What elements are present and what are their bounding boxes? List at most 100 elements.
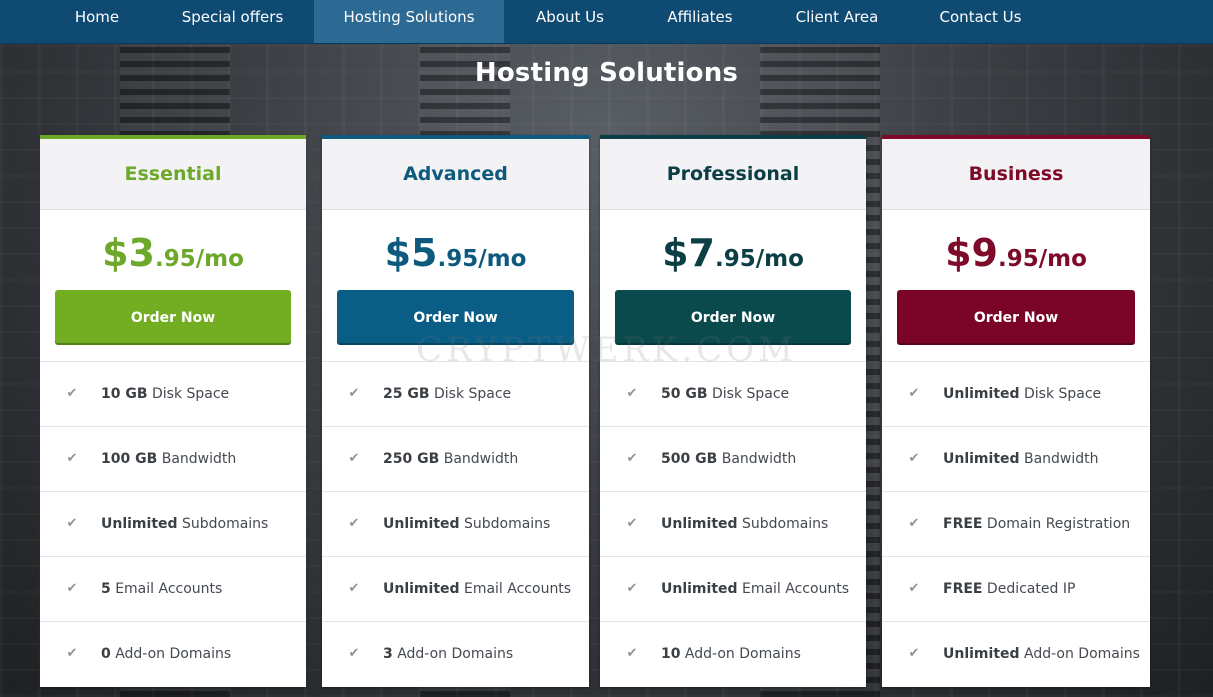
check-icon: ✔ (626, 386, 638, 401)
feature-list: ✔ 25 GB Disk Space ✔ 250 GB Bandwidth ✔ Unlim… (322, 361, 589, 686)
feature-label: Add-on Domains (1019, 646, 1140, 662)
feature-value: Unlimited (943, 451, 1020, 467)
feature-label: Disk Space (429, 386, 512, 402)
feature-value: 10 GB (101, 386, 148, 402)
feature-label: Subdomains (737, 516, 829, 532)
feature-text: 50 GB Disk Space (661, 362, 789, 426)
nav-item-special-offers[interactable]: Special offers (170, 0, 295, 43)
check-icon: ✔ (626, 516, 638, 531)
price-whole: $7 (662, 231, 715, 275)
feature-label: Add-on Domains (110, 646, 232, 662)
price-cents-period: .95/mo (714, 246, 804, 272)
nav-item-contact-us[interactable]: Contact Us (928, 0, 1033, 43)
feature-value: 10 (661, 646, 681, 662)
price-whole: $3 (102, 231, 155, 275)
check-icon: ✔ (348, 451, 360, 466)
feature-text: 250 GB Bandwidth (383, 427, 518, 491)
feature-text: Unlimited Subdomains (101, 492, 268, 556)
price-whole: $9 (945, 231, 998, 275)
order-now-button-professional[interactable]: Order Now (615, 290, 851, 345)
feature-row: ✔ Unlimited Email Accounts (322, 556, 589, 621)
feature-row: ✔ FREE Dedicated IP (882, 556, 1150, 621)
feature-row: ✔ Unlimited Email Accounts (600, 556, 866, 621)
nav-item-about-us[interactable]: About Us (524, 0, 616, 43)
feature-value: 5 (101, 581, 111, 597)
feature-value: 0 (101, 646, 111, 662)
check-icon: ✔ (348, 581, 360, 596)
feature-row: ✔ Unlimited Bandwidth (882, 426, 1150, 491)
feature-text: Unlimited Bandwidth (943, 427, 1099, 491)
check-icon: ✔ (626, 451, 638, 466)
feature-value: FREE (943, 581, 983, 597)
check-icon: ✔ (66, 581, 78, 596)
nav-item-affiliates[interactable]: Affiliates (654, 0, 746, 43)
feature-value: 25 GB (383, 386, 430, 402)
feature-value: 3 (383, 646, 393, 662)
feature-row: ✔ 250 GB Bandwidth (322, 426, 589, 491)
check-icon: ✔ (626, 646, 638, 661)
feature-text: 5 Email Accounts (101, 557, 222, 621)
plan-card-advanced: Advanced $5.95/mo Order Now ✔ 25 GB Disk Spa… (322, 135, 589, 687)
feature-value: Unlimited (661, 581, 738, 597)
feature-list: ✔ 50 GB Disk Space ✔ 500 GB Bandwidth ✔ Unlim… (600, 361, 866, 686)
feature-label: Subdomains (177, 516, 269, 532)
feature-row: ✔ Unlimited Subdomains (322, 491, 589, 556)
feature-text: Unlimited Email Accounts (661, 557, 849, 621)
feature-text: FREE Domain Registration (943, 492, 1130, 556)
price-cents-period: .95/mo (997, 246, 1087, 272)
feature-row: ✔ 3 Add-on Domains (322, 621, 589, 686)
top-navigation: Home Special offers Hosting Solutions Ab… (0, 0, 1213, 44)
feature-list: ✔ 10 GB Disk Space ✔ 100 GB Bandwidth ✔ Unlim… (40, 361, 306, 686)
order-now-button-business[interactable]: Order Now (897, 290, 1135, 345)
feature-label: Add-on Domains (392, 646, 514, 662)
feature-text: 10 GB Disk Space (101, 362, 229, 426)
nav-item-hosting-solutions[interactable]: Hosting Solutions (314, 0, 504, 43)
feature-text: 0 Add-on Domains (101, 622, 231, 686)
check-icon: ✔ (66, 646, 78, 661)
feature-label: Email Accounts (459, 581, 572, 597)
feature-row: ✔ 25 GB Disk Space (322, 361, 589, 426)
plan-price: $5.95/mo (322, 231, 589, 275)
feature-row: ✔ 50 GB Disk Space (600, 361, 866, 426)
feature-text: Unlimited Add-on Domains (943, 622, 1140, 686)
nav-item-home[interactable]: Home (58, 0, 136, 43)
page-title: Hosting Solutions (474, 58, 739, 88)
feature-label: Disk Space (1019, 386, 1102, 402)
feature-row: ✔ 10 Add-on Domains (600, 621, 866, 686)
feature-row: ✔ Unlimited Subdomains (600, 491, 866, 556)
feature-text: 3 Add-on Domains (383, 622, 513, 686)
check-icon: ✔ (908, 451, 920, 466)
plan-name: Essential (40, 139, 306, 210)
feature-row: ✔ 5 Email Accounts (40, 556, 306, 621)
check-icon: ✔ (626, 581, 638, 596)
feature-text: 10 Add-on Domains (661, 622, 801, 686)
plan-card-essential: Essential $3.95/mo Order Now ✔ 10 GB Disk Sp… (40, 135, 306, 687)
price-cents-period: .95/mo (437, 246, 527, 272)
check-icon: ✔ (908, 581, 920, 596)
feature-label: Disk Space (147, 386, 230, 402)
plan-card-business: Business $9.95/mo Order Now ✔ Unlimited Disk… (882, 135, 1150, 687)
order-now-button-essential[interactable]: Order Now (55, 290, 291, 345)
nav-item-client-area[interactable]: Client Area (782, 0, 892, 43)
feature-row: ✔ Unlimited Add-on Domains (882, 621, 1150, 686)
check-icon: ✔ (348, 386, 360, 401)
feature-label: Bandwidth (439, 451, 519, 467)
plan-price: $3.95/mo (40, 231, 306, 275)
feature-text: FREE Dedicated IP (943, 557, 1075, 621)
feature-label: Email Accounts (737, 581, 850, 597)
feature-value: Unlimited (661, 516, 738, 532)
plan-price: $9.95/mo (882, 231, 1150, 275)
feature-row: ✔ 10 GB Disk Space (40, 361, 306, 426)
feature-label: Bandwidth (717, 451, 797, 467)
feature-label: Email Accounts (110, 581, 223, 597)
feature-value: Unlimited (101, 516, 178, 532)
order-now-button-advanced[interactable]: Order Now (337, 290, 574, 345)
feature-value: 50 GB (661, 386, 708, 402)
feature-label: Subdomains (459, 516, 551, 532)
check-icon: ✔ (348, 646, 360, 661)
feature-value: 100 GB (101, 451, 158, 467)
feature-label: Dedicated IP (982, 581, 1076, 597)
feature-list: ✔ Unlimited Disk Space ✔ Unlimited Bandwidt… (882, 361, 1150, 686)
feature-row: ✔ 100 GB Bandwidth (40, 426, 306, 491)
check-icon: ✔ (66, 386, 78, 401)
